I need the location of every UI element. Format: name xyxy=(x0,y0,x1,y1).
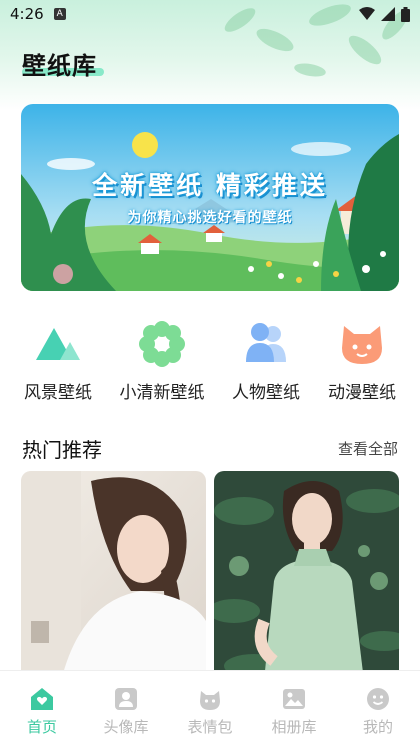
tab-emoji[interactable]: 表情包 xyxy=(170,687,250,748)
wallpaper-thumbnail xyxy=(214,471,399,681)
see-all-link[interactable]: 查看全部 xyxy=(338,438,398,459)
avatar-icon xyxy=(115,688,137,710)
tab-label: 表情包 xyxy=(187,718,233,736)
wallpaper-thumbnail xyxy=(21,471,206,681)
hot-section-header: 热门推荐 查看全部 xyxy=(22,434,398,462)
category-label: 风景壁纸 xyxy=(24,383,92,403)
people-icon xyxy=(246,323,286,362)
profile-icon xyxy=(367,688,389,710)
category-grid: 风景壁纸 小清新壁纸 人物壁纸 动漫壁纸 xyxy=(0,320,420,404)
section-title: 热门推荐 xyxy=(22,437,102,462)
album-icon xyxy=(283,689,305,709)
battery-icon xyxy=(401,6,410,22)
flower-icon xyxy=(139,321,185,367)
tab-home[interactable]: 首页 xyxy=(2,687,82,748)
notification-icon: A xyxy=(53,8,66,20)
signal-icon xyxy=(381,7,395,21)
tab-album[interactable]: 相册库 xyxy=(254,687,334,748)
wallpaper-card[interactable] xyxy=(21,471,206,681)
category-landscape[interactable]: 风景壁纸 xyxy=(8,320,108,403)
home-icon xyxy=(31,688,53,710)
page-title: 壁纸库 xyxy=(22,52,97,80)
banner-title: 全新壁纸 精彩推送 xyxy=(92,171,328,200)
tab-avatars[interactable]: 头像库 xyxy=(86,687,166,748)
category-label: 小清新壁纸 xyxy=(119,383,205,403)
wifi-icon xyxy=(359,7,375,20)
category-anime[interactable]: 动漫壁纸 xyxy=(312,320,412,403)
category-people[interactable]: 人物壁纸 xyxy=(216,320,316,403)
tab-profile[interactable]: 我的 xyxy=(338,687,418,748)
promo-banner[interactable]: 全新壁纸 精彩推送 为你精心挑选好看的壁纸 xyxy=(21,104,399,291)
bottom-tab-bar: 首页 头像库 表情包 相册库 我的 xyxy=(0,670,420,748)
banner-subtitle: 为你精心挑选好看的壁纸 xyxy=(127,210,293,226)
tab-label: 首页 xyxy=(26,718,57,736)
status-time: 4:26 xyxy=(10,5,44,23)
emoji-pack-icon xyxy=(200,691,220,710)
mountain-icon xyxy=(36,328,80,360)
status-bar: 4:26 A xyxy=(0,0,420,28)
category-label: 人物壁纸 xyxy=(232,383,300,403)
tab-label: 相册库 xyxy=(271,718,317,736)
category-fresh[interactable]: 小清新壁纸 xyxy=(112,320,212,403)
cat-icon xyxy=(342,326,382,364)
category-label: 动漫壁纸 xyxy=(328,383,396,403)
wallpaper-card[interactable] xyxy=(214,471,399,681)
tab-label: 头像库 xyxy=(103,718,149,736)
tab-label: 我的 xyxy=(362,718,393,736)
